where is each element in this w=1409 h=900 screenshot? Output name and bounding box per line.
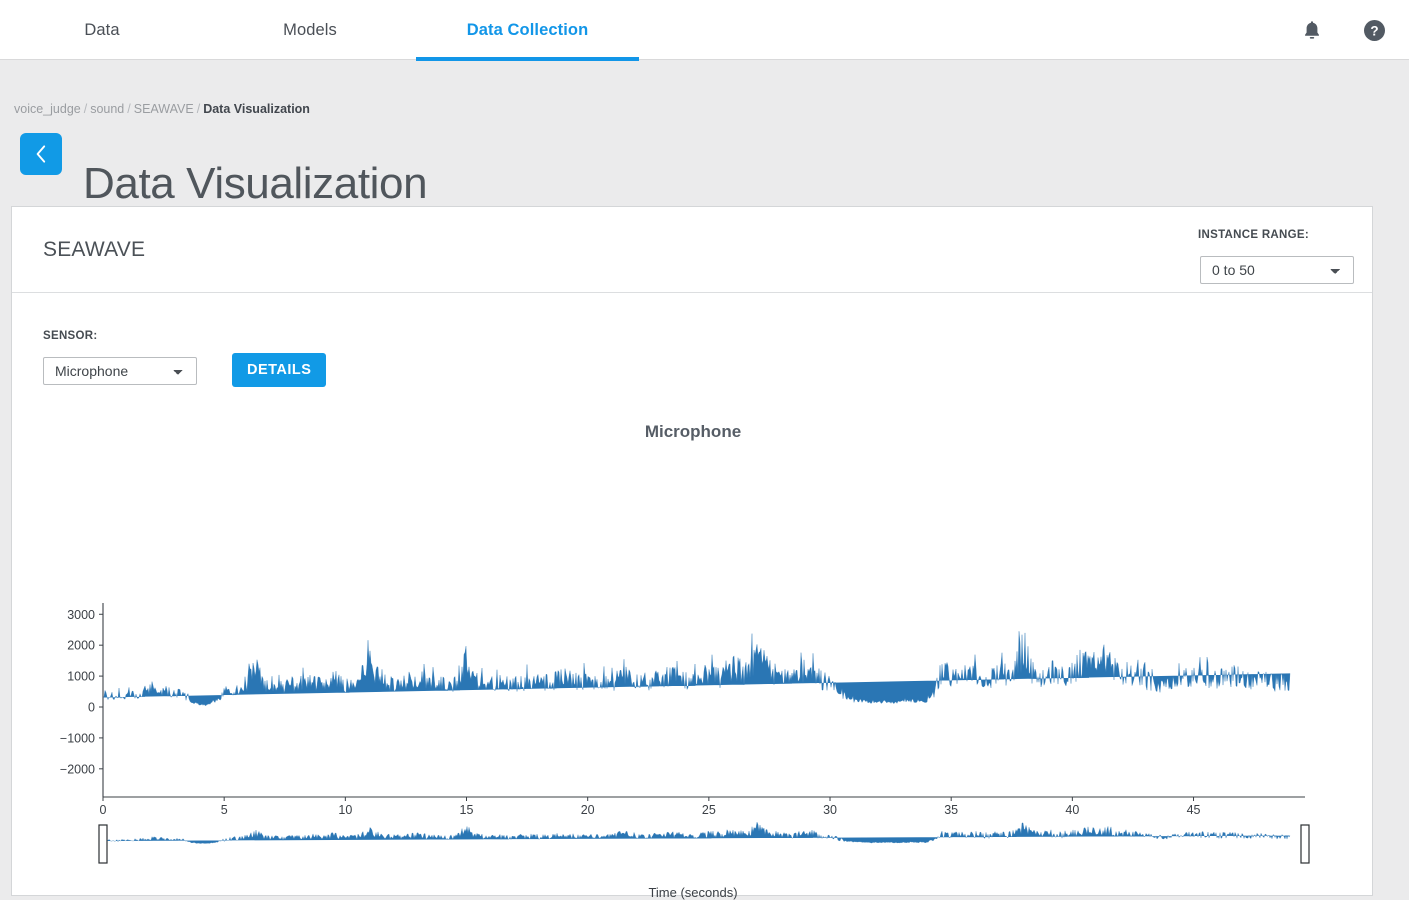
x-tick-label: 30 — [823, 803, 837, 817]
nav-icon-group: ? — [1299, 0, 1387, 60]
card-header: SEAWAVE INSTANCE RANGE: 0 to 50 — [12, 207, 1372, 293]
dataset-name: SEAWAVE — [43, 238, 146, 261]
back-button[interactable] — [20, 133, 62, 175]
breadcrumb-item-seawave[interactable]: SEAWAVE — [134, 102, 194, 116]
x-tick-label: 0 — [100, 803, 107, 817]
instance-range-label: INSTANCE RANGE: — [1198, 229, 1309, 241]
minimap-waveform — [102, 821, 1291, 844]
x-tick-label: 20 — [581, 803, 595, 817]
help-circle-icon[interactable]: ? — [1361, 17, 1387, 43]
breadcrumb-item-current: Data Visualization — [203, 102, 310, 116]
nav-tab-data[interactable]: Data — [0, 0, 204, 60]
x-axis-label: Time (seconds) — [648, 885, 738, 900]
breadcrumb-separator: / — [196, 102, 201, 116]
nav-tab-data-collection[interactable]: Data Collection — [416, 0, 639, 61]
waveform-plot[interactable]: 3000 2000 1000 0 −1000 −2000 0 5 10 15 20 25 30 35 40 4… — [12, 397, 1374, 897]
breadcrumb-item-sound[interactable]: sound — [90, 102, 124, 116]
notifications-bell-icon[interactable] — [1299, 17, 1325, 43]
y-tick-label: 2000 — [67, 639, 95, 653]
svg-text:?: ? — [1370, 23, 1378, 38]
instance-range-select[interactable]: 0 to 50 — [1200, 256, 1354, 284]
chevron-left-icon — [36, 145, 45, 163]
x-tick-label: 25 — [702, 803, 716, 817]
y-tick-label: −1000 — [60, 731, 95, 745]
x-tick-label: 35 — [944, 803, 958, 817]
top-navigation-bar: Data Models Data Collection ? — [0, 0, 1409, 61]
x-tick-label: 5 — [221, 803, 228, 817]
breadcrumb-separator: / — [127, 102, 131, 116]
data-visualization-card: SEAWAVE INSTANCE RANGE: 0 to 50 SENSOR: … — [11, 206, 1374, 900]
nav-tab-models[interactable]: Models — [204, 0, 416, 60]
range-slider-left-handle — [98, 824, 108, 864]
sensor-label: SENSOR: — [43, 330, 98, 342]
page-title: Data Visualization — [83, 159, 428, 209]
sensor-select[interactable]: Microphone — [43, 357, 197, 385]
nav-tab-list: Data Models Data Collection — [0, 0, 639, 61]
breadcrumb-item-project[interactable]: voice_judge — [14, 102, 81, 116]
y-tick-label: −2000 — [60, 762, 95, 776]
x-tick-label: 40 — [1065, 803, 1079, 817]
x-tick-label: 15 — [460, 803, 474, 817]
breadcrumb-separator: / — [83, 102, 88, 116]
x-tick-label: 45 — [1187, 803, 1201, 817]
y-tick-label: 0 — [88, 701, 95, 715]
waveform-series — [102, 631, 1291, 706]
x-tick-label: 10 — [338, 803, 352, 817]
y-tick-label: 1000 — [67, 670, 95, 684]
breadcrumb: voice_judge / sound / SEAWAVE / Data Visualiza… — [14, 102, 310, 116]
range-slider-right-handle — [1300, 824, 1310, 864]
y-tick-label: 3000 — [67, 608, 95, 622]
chart-area: Microphone 3000 2000 1000 0 −1000 −2000 0 5 10 15… — [12, 397, 1374, 900]
details-button[interactable]: DETAILS — [232, 353, 327, 387]
